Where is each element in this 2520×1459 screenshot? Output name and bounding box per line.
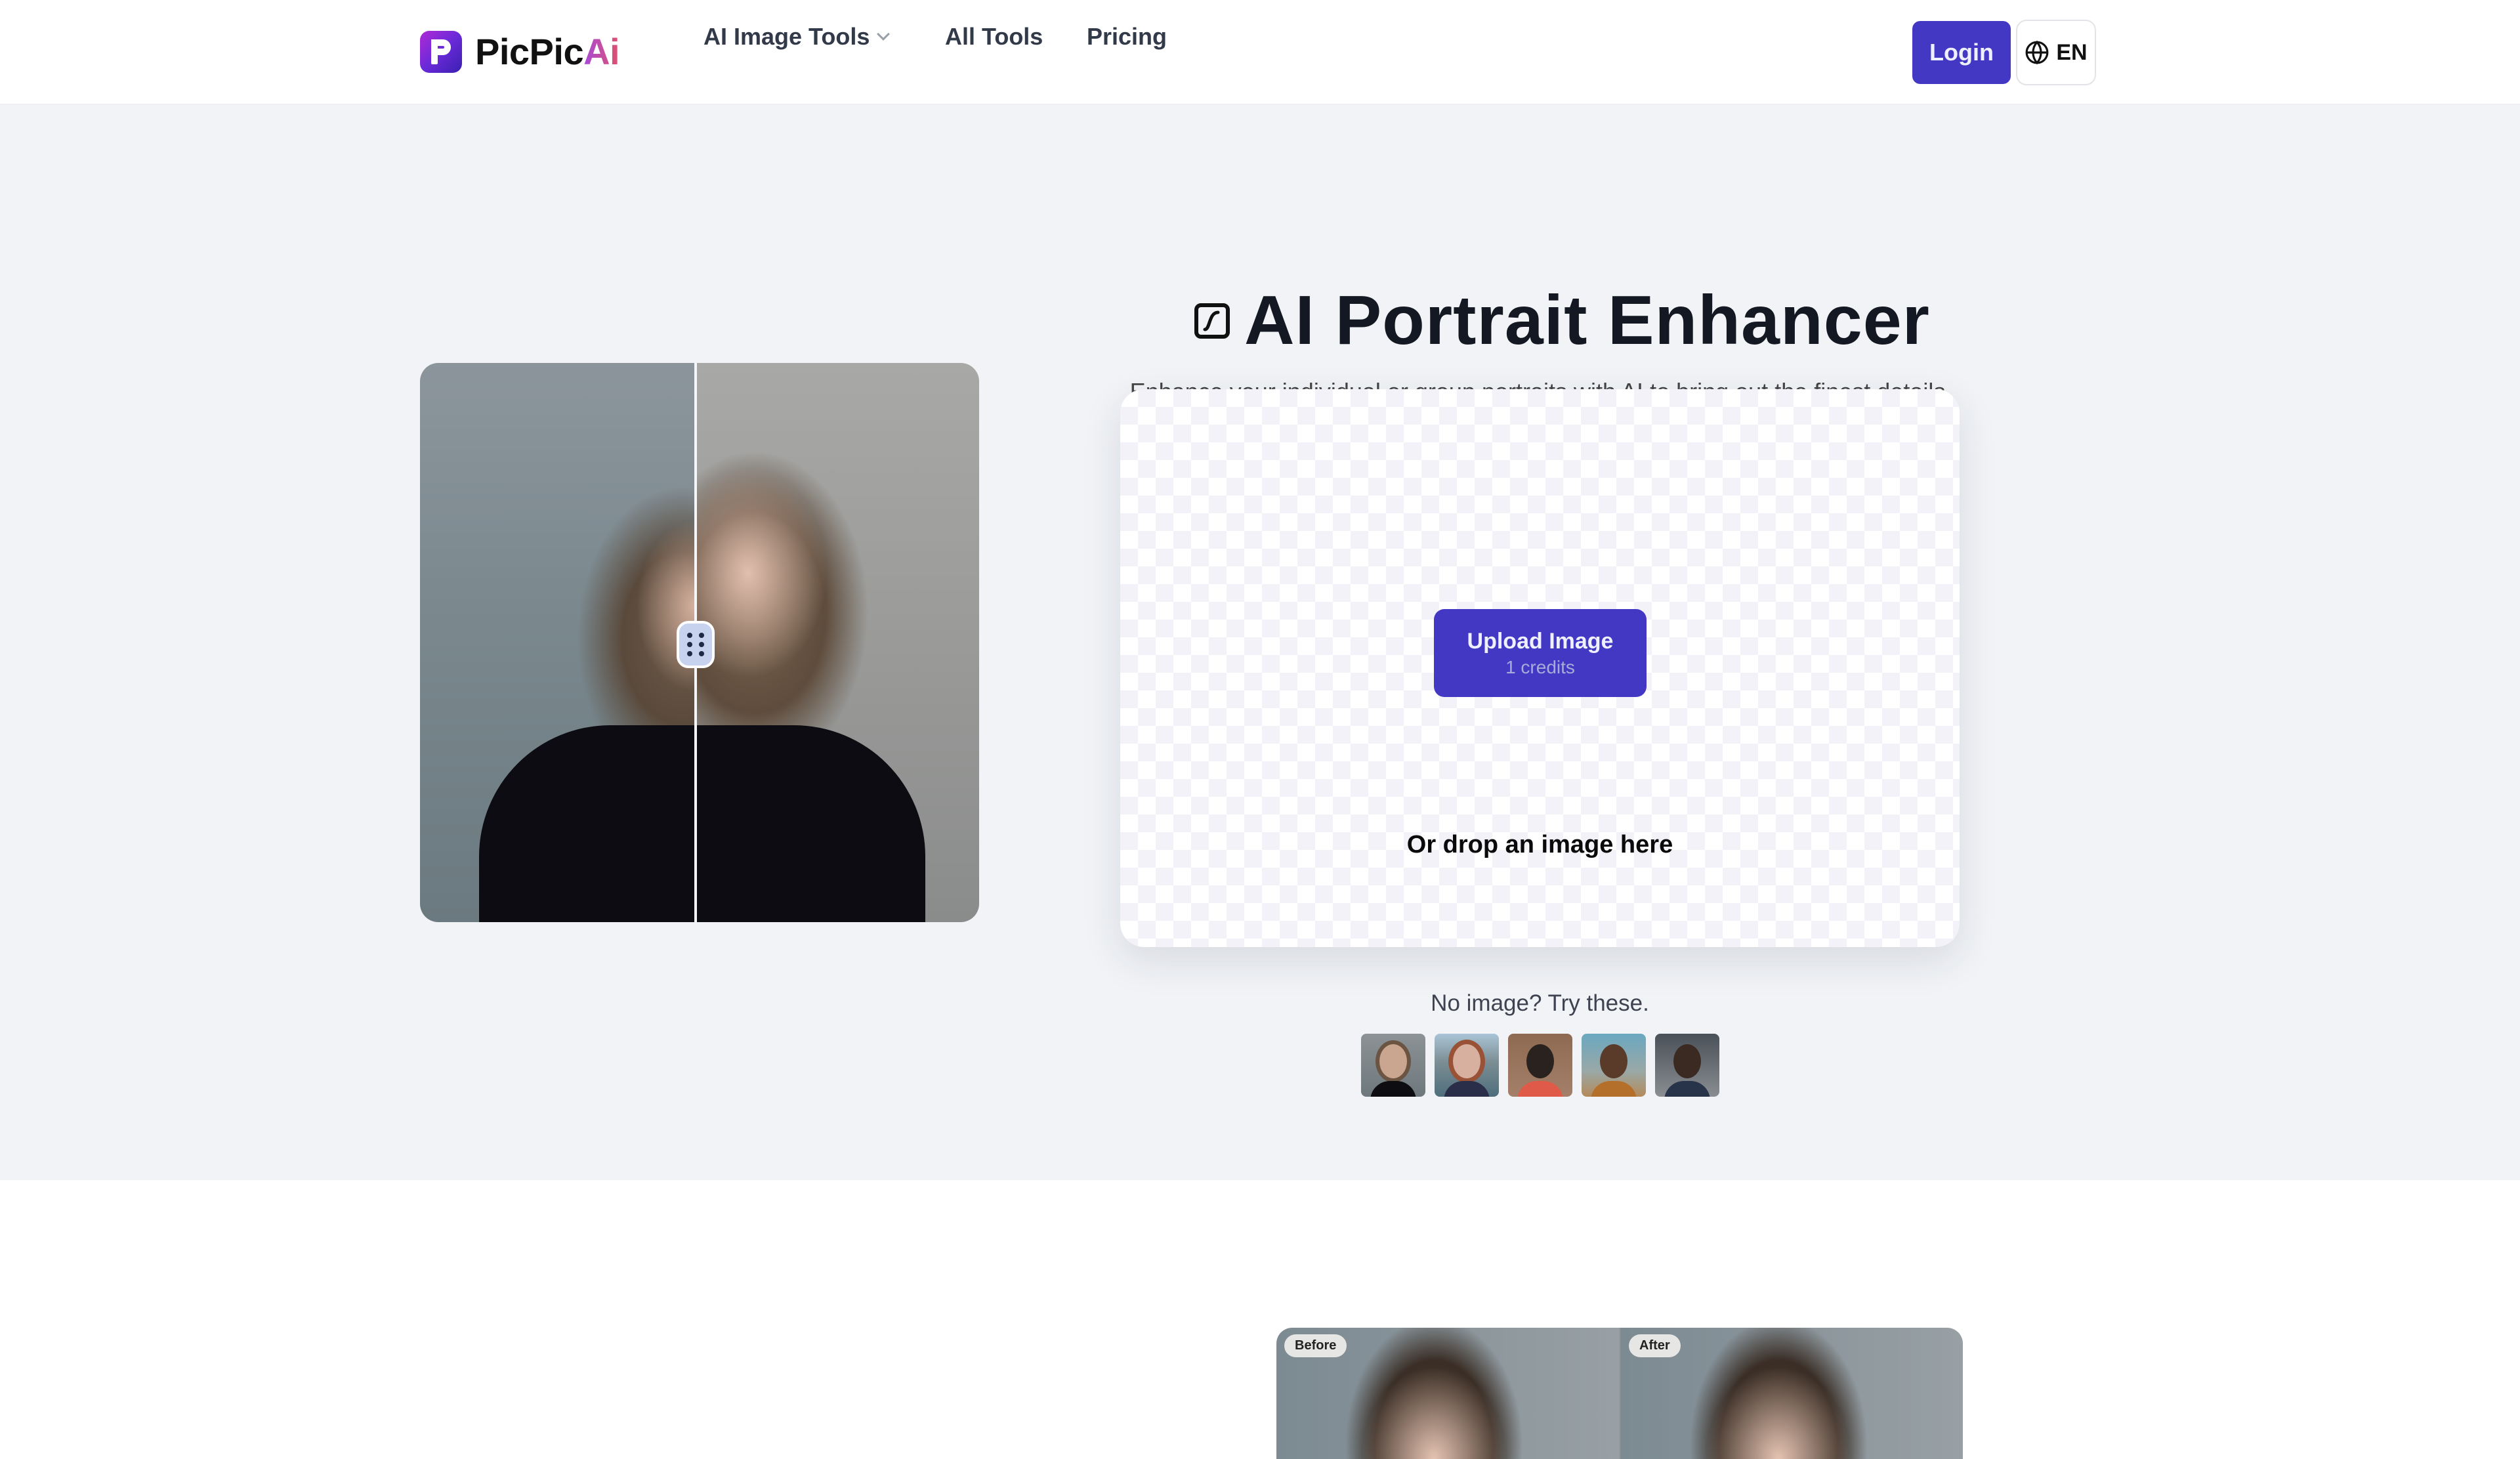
upload-credits-label: 1 credits <box>1505 656 1575 677</box>
sample-thumbnail-4[interactable] <box>1582 1034 1646 1097</box>
drop-hint: Or drop an image here <box>1406 831 1673 858</box>
upload-button-label: Upload Image <box>1467 628 1614 654</box>
hero-section: AI Portrait Enhancer Enhance your indivi… <box>0 105 2520 1180</box>
language-label: EN <box>2056 39 2088 65</box>
brand-logo[interactable]: PicPicAi <box>420 30 620 73</box>
nav-label: AI Image Tools <box>704 23 870 50</box>
page-title-row: AI Portrait Enhancer <box>1194 281 1930 360</box>
login-button[interactable]: Login <box>1912 21 2011 84</box>
nav-ai-image-tools[interactable]: AI Image Tools <box>704 23 891 51</box>
enhance-curve-icon <box>1194 303 1230 339</box>
showcase-before-image: Before <box>1276 1328 1620 1459</box>
page-title: AI Portrait Enhancer <box>1244 282 1930 359</box>
before-after-comparison[interactable] <box>420 363 979 922</box>
nav-all-tools[interactable]: All Tools <box>945 23 1043 51</box>
brand-name: PicPicAi <box>475 30 620 73</box>
before-badge: Before <box>1284 1334 1347 1357</box>
brand-name-main: PicPic <box>475 31 584 72</box>
drag-grip-icon[interactable] <box>677 621 715 668</box>
showcase-after-image: After <box>1620 1328 1963 1459</box>
language-selector[interactable]: EN <box>2016 20 2096 85</box>
upload-image-button[interactable]: Upload Image 1 credits <box>1434 609 1647 697</box>
before-after-showcase: Before After <box>1276 1328 1963 1459</box>
logo-icon <box>420 30 462 73</box>
sample-thumbnail-5[interactable] <box>1655 1034 1719 1097</box>
nav-label: Pricing <box>1087 23 1167 50</box>
nav-label: All Tools <box>945 23 1043 50</box>
samples-label: No image? Try these. <box>1431 990 1649 1016</box>
after-badge: After <box>1629 1334 1681 1357</box>
sample-thumbnail-3[interactable] <box>1508 1034 1572 1097</box>
chevron-down-icon <box>877 28 891 41</box>
image-dropzone[interactable]: Upload Image 1 credits Or drop an image … <box>1120 389 1960 947</box>
sample-images <box>1361 1034 1719 1097</box>
sample-thumbnail-1[interactable] <box>1361 1034 1425 1097</box>
portrait-subject <box>479 725 925 922</box>
brand-name-accent: Ai <box>583 31 620 72</box>
nav-pricing[interactable]: Pricing <box>1087 23 1167 51</box>
site-header: PicPicAi AI Image Tools All Tools Pricin… <box>0 0 2520 105</box>
globe-icon <box>2025 40 2049 65</box>
sample-thumbnail-2[interactable] <box>1435 1034 1499 1097</box>
